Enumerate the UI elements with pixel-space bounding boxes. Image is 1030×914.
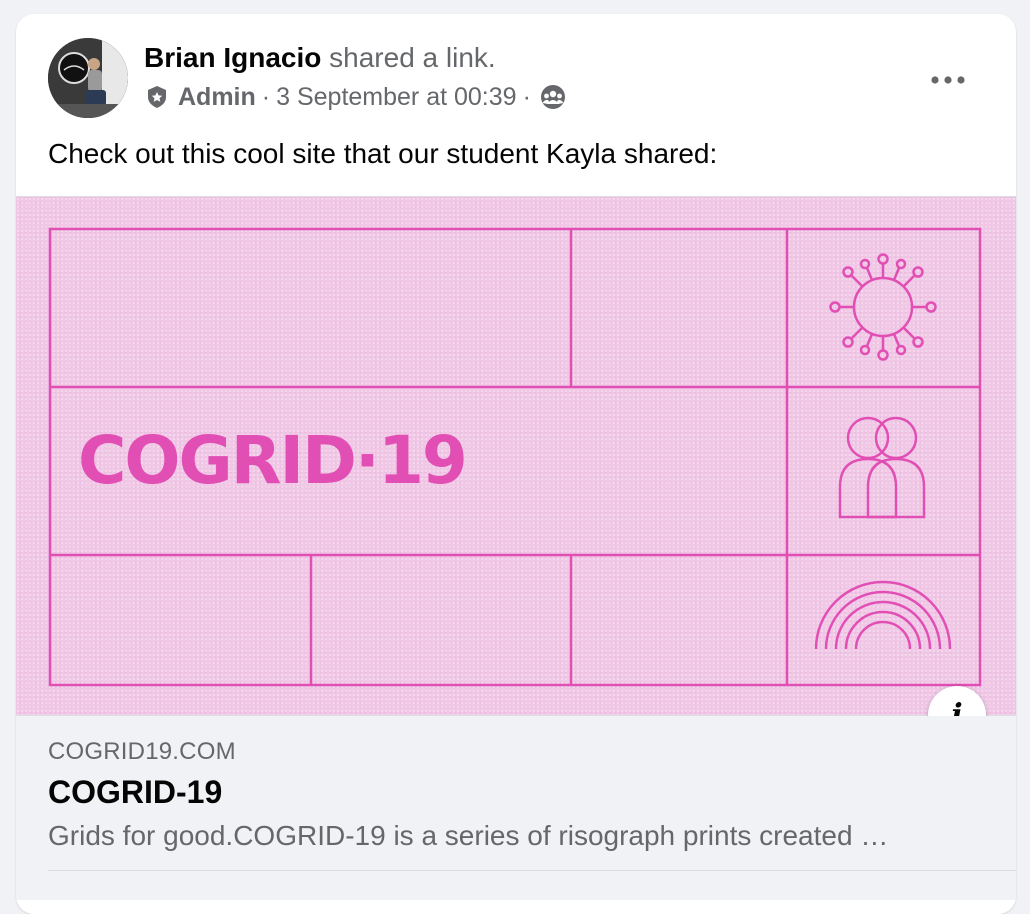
link-preview-footer[interactable]: COGRID19.COM COGRID-19 Grids for good.CO… (16, 716, 1016, 900)
group-icon[interactable] (539, 83, 567, 111)
author-avatar[interactable] (48, 38, 128, 118)
link-description: Grids for good.COGRID-19 is a series of … (48, 820, 889, 851)
rainbow-icon (814, 580, 952, 650)
preview-image-title: COGRID·19 (78, 422, 468, 499)
post-header: Brian Ignacio shared a link. (144, 40, 496, 76)
author-role: Admin (178, 82, 256, 111)
virus-icon (829, 253, 937, 361)
link-title[interactable]: COGRID-19 (48, 774, 222, 811)
people-icon (838, 416, 926, 519)
link-preview[interactable]: COGRID·19 i COGRID19.COM COGRID-19 Grids… (16, 196, 1016, 900)
more-options-icon (931, 76, 965, 84)
link-preview-image[interactable]: COGRID·19 (16, 196, 1016, 716)
post-meta: Admin · 3 September at 00:39 · (144, 80, 567, 114)
meta-separator: · (261, 82, 271, 111)
post-action-text: shared a link. (329, 42, 496, 73)
post-body-text: Check out this cool site that our studen… (48, 138, 718, 169)
post-timestamp[interactable]: 3 September at 00:39 (276, 83, 516, 112)
admin-badge-icon (144, 84, 170, 110)
author-name[interactable]: Brian Ignacio (144, 42, 321, 73)
divider (48, 870, 1016, 871)
meta-separator: · (522, 82, 531, 111)
post-card: Brian Ignacio shared a link. Admin · 3 S… (16, 14, 1016, 914)
link-domain: COGRID19.COM (48, 738, 236, 765)
more-options-button[interactable] (920, 58, 976, 102)
